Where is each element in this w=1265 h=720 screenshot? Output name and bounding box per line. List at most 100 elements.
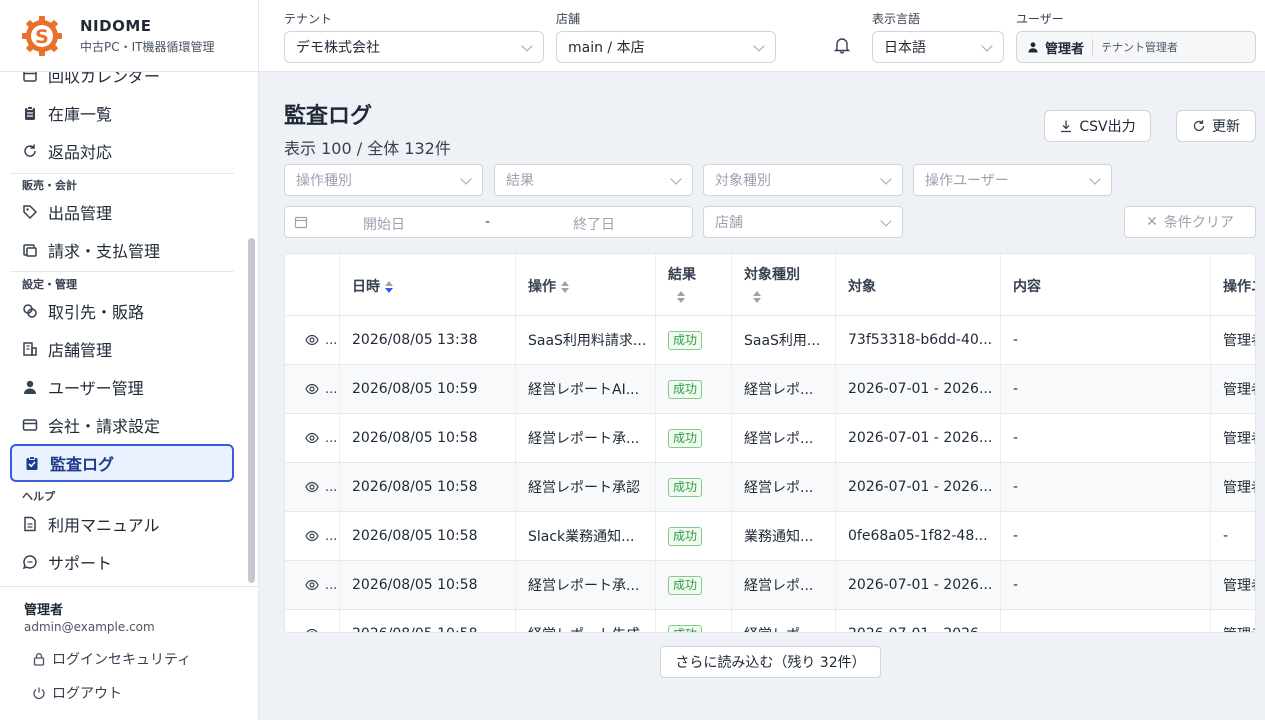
credit-card-icon [22,419,38,431]
chevron-down-icon [521,40,533,52]
header-target-type[interactable]: 対象種別 [732,254,836,316]
table-row[interactable]: ... 2026/08/05 10:58 経営レポート承... 成功 経営レポ... 20… [285,561,1255,610]
sidebar-scrollbar[interactable] [248,238,255,583]
datetime-cell: 2026/08/05 10:58 [340,512,516,560]
result-filter[interactable]: 結果 [494,164,693,196]
sidebar-item-audit-log[interactable]: 監査ログ [10,444,234,482]
datetime-cell: 2026/08/05 10:58 [340,610,516,632]
row-actions-cell: ... [285,610,340,633]
date-range-picker[interactable]: 開始日 - 終了日 [284,206,693,238]
sidebar-item-returns[interactable]: 返品対応 [10,133,234,169]
row-menu-button[interactable]: ... [325,627,337,633]
main-content: 監査ログ 表示 100 / 全体 132件 CSV出力 更新 操作種別 結果 対… [259,72,1265,720]
logout-link[interactable]: ログアウト [32,683,122,703]
header-actions [285,254,340,316]
status-badge: 成功 [668,428,703,448]
store-select[interactable]: main / 本店 [556,31,776,63]
chevron-down-icon [753,40,765,52]
store-value: main / 本店 [568,40,645,56]
sidebar-item-stores[interactable]: 店舗管理 [10,331,234,367]
operation-cell: SaaS利用料請求... [516,316,656,364]
row-menu-button[interactable]: ... [325,529,337,544]
load-more-button[interactable]: さらに読み込む（残り 32件） [660,646,881,678]
eye-icon[interactable] [305,627,319,633]
login-security-link[interactable]: ログインセキュリティ [32,649,191,669]
table-row[interactable]: ... 2026/08/05 10:58 Slack業務通知... 成功 業務通知...… [285,512,1255,561]
row-menu-button[interactable]: ... [325,382,337,397]
start-date-placeholder: 開始日 [363,217,405,233]
sidebar-item-manual[interactable]: 利用マニュアル [10,506,234,542]
operation-type-filter[interactable]: 操作種別 [284,164,483,196]
sidebar-item-label: 回収カレンダー [48,72,161,86]
eye-icon[interactable] [305,382,319,396]
invoice-icon [23,244,37,257]
header-datetime-label: 日時 [352,279,380,295]
table-row[interactable]: ... 2026/08/05 10:59 経営レポートAI... 成功 経営レポ... 2… [285,365,1255,414]
csv-export-button[interactable]: CSV出力 [1044,110,1151,142]
table-row[interactable]: ... 2026/08/05 10:58 経営レポート承認 成功 経営レポ... 2026… [285,463,1255,512]
sidebar-item-label: 在庫一覧 [48,105,113,124]
eye-icon[interactable] [305,480,319,494]
row-actions-cell: ... [285,512,340,560]
content-cell: - [1001,316,1211,364]
header-datetime[interactable]: 日時 [340,254,516,316]
chevron-down-icon [880,173,892,185]
target-cell: 2026-07-01 - 2026... [836,414,1001,462]
store-filter-placeholder: 店舗 [715,215,743,231]
header-operation[interactable]: 操作 [516,254,656,316]
sidebar-item-listings[interactable]: 出品管理 [10,194,234,230]
datetime-cell: 2026/08/05 13:38 [340,316,516,364]
target-type-cell: 経営レポ... [732,463,836,511]
operation-type-placeholder: 操作種別 [296,173,352,189]
sidebar-item-billing[interactable]: 請求・支払管理 [10,232,234,268]
datetime-cell: 2026/08/05 10:58 [340,561,516,609]
nidome-logo-icon: S [22,16,62,56]
sidebar-footer: 管理者 admin@example.com ログインセキュリティ ログアウト [0,586,259,720]
current-user-email: admin@example.com [24,620,155,634]
sidebar-item-users[interactable]: ユーザー管理 [10,369,234,405]
sidebar-item-support[interactable]: サポート [10,544,234,580]
target-type-filter[interactable]: 対象種別 [703,164,903,196]
sidebar-item-partners[interactable]: 取引先・販路 [10,293,234,329]
operation-cell: 経営レポート承認 [516,463,656,511]
target-cell: 73f53318-b6dd-40... [836,316,1001,364]
language-select[interactable]: 日本語 [872,31,1004,63]
user-menu[interactable]: 管理者 テナント管理者 [1016,31,1256,63]
row-menu-button[interactable]: ... [325,480,337,495]
close-icon: ✕ [1146,214,1158,230]
bell-icon[interactable] [833,36,851,54]
row-menu-button[interactable]: ... [325,333,337,348]
store-filter[interactable]: 店舗 [703,206,903,238]
current-user-name: 管理者 [24,603,64,618]
chevron-down-icon [1089,173,1101,185]
building-icon [23,342,37,356]
operation-user-filter[interactable]: 操作ユーザー [913,164,1112,196]
eye-icon[interactable] [305,578,319,592]
eye-icon[interactable] [305,333,319,347]
language-value: 日本語 [884,40,926,56]
operation-cell: 経営レポート生成 [516,610,656,632]
row-menu-button[interactable]: ... [325,431,337,446]
operation-cell: 経営レポートAI... [516,365,656,413]
table-row[interactable]: ... 2026/08/05 13:38 SaaS利用料請求... 成功 SaaS利用.… [285,316,1255,365]
sidebar-item-label: 監査ログ [50,455,115,474]
eye-icon[interactable] [305,431,319,445]
tenant-select[interactable]: デモ株式会社 [284,31,544,63]
status-badge: 成功 [668,330,703,350]
header-result[interactable]: 結果 [656,254,732,316]
row-menu-button[interactable]: ... [325,578,337,593]
table-row[interactable]: ...2026/08/05 10:58経営レポート生成成功 経営レポ...2026… [285,610,1255,633]
user-cell: 管理者 [1211,463,1255,511]
clear-filters-button[interactable]: ✕ 条件クリア [1124,206,1256,238]
operation-cell: 経営レポート承... [516,414,656,462]
table-row[interactable]: ... 2026/08/05 10:58 経営レポート承... 成功 経営レポ... 20… [285,414,1255,463]
user-separator [1092,39,1094,55]
refresh-button[interactable]: 更新 [1176,110,1256,142]
operation-user-placeholder: 操作ユーザー [925,173,1009,189]
sidebar-item-inventory[interactable]: 在庫一覧 [10,95,234,131]
content-cell: - [1001,561,1211,609]
sidebar-item-collection-calendar[interactable]: 回収カレンダー [10,72,234,93]
sidebar-item-label: 利用マニュアル [48,516,160,535]
sidebar-item-company-settings[interactable]: 会社・請求設定 [10,407,234,443]
eye-icon[interactable] [305,529,319,543]
